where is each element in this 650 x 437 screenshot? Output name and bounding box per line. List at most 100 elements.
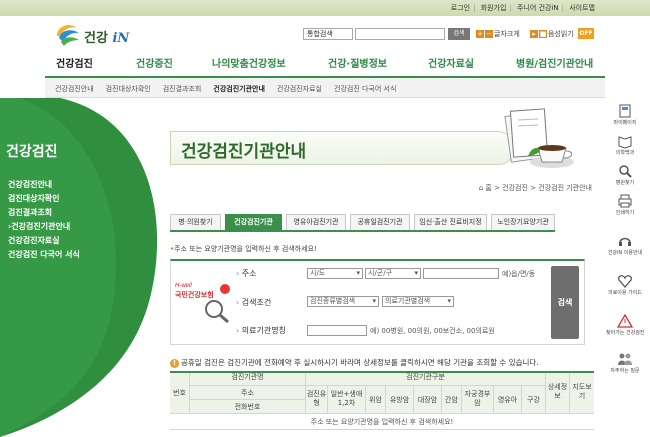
sidebar-item-multilingual[interactable]: 건강검진 다국어 서식 (8, 248, 80, 262)
quick-visiting-checkup[interactable]: 찾아가는 건강검진 (606, 311, 644, 347)
th-institution-group: 검진기관명 (190, 373, 306, 386)
nav-health-checkup[interactable]: 건강검진 (56, 55, 93, 70)
junior-link[interactable]: 주니어 건강iN (517, 4, 559, 12)
utility-links: 로그인 | 회원가입 | 주니어 건강iN | 사이트맵 (450, 4, 595, 12)
tab-checkup-institution[interactable]: 건강검진기관 (225, 214, 282, 230)
utility-bar: 로그인 | 회원가입 | 주니어 건강iN | 사이트맵 (0, 0, 650, 16)
th-type-stomach: 위암 (366, 386, 386, 414)
quick-print[interactable]: 인쇄하기 (606, 191, 644, 227)
nav-custom-health-info[interactable]: 나의맞춤건강정보 (212, 55, 286, 70)
subnav-institution-guide[interactable]: 건강검진기관안내 (213, 85, 265, 93)
quick-mypage-label: 마이페이지 (613, 120, 637, 126)
sub-nav: 건강검진안내 검진대상자확인 검진결과조회 건강검진기관안내 건강검진자료실 건강검진 다… (55, 84, 408, 94)
subnav-library[interactable]: 건강검진자료실 (277, 85, 322, 93)
th-map: 지도보기 (570, 373, 594, 414)
institution-type-select[interactable]: 의료기관별검색 (382, 296, 454, 307)
sidebar-item-checkup-guide[interactable]: 건강검진안내 (8, 178, 80, 192)
subnav-multilingual[interactable]: 건강검진 다국어 서식 (334, 85, 396, 93)
table-empty-message: 주소 또는 요양기관명을 입력하신 후 검색하세요! (170, 414, 594, 430)
search-icon (619, 165, 632, 178)
quick-visiting-label: 찾아가는 건강검진 (606, 330, 645, 336)
quick-medical-guide-label: 의료이용 가이드 (608, 290, 642, 296)
tea-book-illustration (504, 108, 574, 168)
sigungu-select[interactable]: 시/군/구 (365, 268, 421, 279)
th-type-liver: 간암 (442, 386, 462, 414)
quick-medical-guide[interactable]: 의료이용 가이드 (606, 271, 644, 307)
headset-icon (619, 237, 631, 246)
quick-usage-label: 건강iN 이용안내 (607, 250, 643, 256)
sidebar-item-library[interactable]: 건강검진자료실 (8, 234, 80, 248)
tab-infant-checkup[interactable]: 영유아검진기관 (286, 214, 346, 230)
page-title: 건강검진기관안내 (181, 142, 307, 162)
th-type-infant: 영유아 (494, 386, 522, 414)
institution-name-note: 예) 00병원, 00의원, 00보건소, 00의료원 (370, 327, 495, 335)
th-type-cervical: 자궁경부암 (462, 386, 494, 414)
institution-name-input[interactable] (307, 325, 367, 336)
th-type-oral: 구강 (522, 386, 546, 414)
subnav-result[interactable]: 검진결과조회 (163, 85, 202, 93)
th-type-colon: 대장암 (414, 386, 442, 414)
voice-read-control[interactable]: ▸ ■ 음성읽기 (530, 29, 574, 39)
quick-hospital-label: 병원찾기 (615, 180, 635, 186)
voice-off-button[interactable]: OFF (578, 28, 594, 39)
tab-hospital-search[interactable]: 병·의원찾기 (170, 214, 221, 230)
page-root: { "util_links": ["로그인", "회원가입", "주니어 건강i… (0, 0, 650, 437)
address-note: 예)읍/면/동 (502, 270, 536, 278)
alert-icon: ! (170, 359, 179, 368)
stop-icon: ■ (539, 30, 547, 38)
font-larger-label: 글자크게 (494, 30, 520, 38)
printer-icon (618, 194, 632, 208)
sido-select[interactable]: 시/도 (307, 268, 363, 279)
nav-health-disease-info[interactable]: 건강·질병정보 (328, 55, 387, 70)
tab-holiday-checkup[interactable]: 공휴일검진기관 (350, 214, 410, 230)
main-nav: 건강검진 건강증진 나의맞춤건강정보 건강·질병정보 건강자료실 병원/검진기관… (0, 55, 650, 75)
login-link[interactable]: 로그인 (451, 4, 470, 12)
search-scope-select[interactable]: 통합검색 (303, 28, 353, 40)
heart-icon (617, 275, 633, 288)
sidebar-item-result[interactable]: 검진결과조회 (8, 206, 80, 220)
nav-health-promotion[interactable]: 건강증진 (136, 55, 173, 70)
holiday-notice: ! 공휴일 검진은 검진기관에 전화예약 후 실시하시기 바라며 상세정보를 클릭… (170, 357, 539, 368)
address-label: 주소 (236, 268, 257, 279)
search-hint: 주소 또는 요양기관명을 입력하신 후 검색하세요! (170, 244, 317, 254)
nhis-logo-text: 국민건강보험 (175, 290, 214, 299)
people-icon (618, 353, 632, 365)
quick-faq[interactable]: 자주하는 질문 (606, 349, 644, 385)
nav-hospital-guide[interactable]: 병원/검진기관안내 (516, 55, 593, 70)
th-phone: 전화번호 (190, 400, 306, 414)
breadcrumb: ⌂ 홈 > 건강검진 > 건강검진 기관안내 (479, 183, 592, 193)
signup-link[interactable]: 회원가입 (481, 4, 507, 12)
th-detail: 상세정보 (546, 373, 570, 414)
brand-in: iN (112, 31, 130, 46)
quick-menu: 마이페이지 의학백과 병원찾기 인쇄하기 건강iN 이용안내 의료이용 가이드 … (606, 101, 644, 437)
voice-read-label: 음성읽기 (548, 30, 574, 38)
form-search-button[interactable]: 검색 (551, 266, 579, 339)
nav-health-library[interactable]: 건강자료실 (428, 55, 474, 70)
quick-dictionary-label: 의학백과 (615, 150, 635, 156)
checkup-type-select[interactable]: 검진종류별검색 (307, 296, 379, 307)
search-button[interactable]: 검색 (448, 28, 470, 40)
nav-divider (45, 76, 605, 78)
institution-tabs: 병·의원찾기 건강검진기관 영유아검진기관 공휴일검진기관 임신·출산 진료비지… (170, 214, 555, 232)
font-larger-control[interactable]: + − 글자크게 (476, 29, 520, 39)
quick-faq-label: 자주하는 질문 (610, 368, 640, 374)
minus-icon: − (485, 30, 493, 38)
sidebar-item-institution-guide[interactable]: 건강검진기관안내 (8, 220, 80, 234)
tab-pregnancy[interactable]: 임신·출산 진료비지정 (414, 214, 487, 230)
tab-elderly-care[interactable]: 노인장기요양기관 (491, 214, 555, 230)
dong-input[interactable] (423, 268, 499, 279)
brand-name: 건강 (84, 31, 108, 46)
sitemap-link[interactable]: 사이트맵 (569, 4, 595, 12)
nhis-sub-text: H-well (175, 283, 192, 289)
search-input[interactable] (355, 28, 445, 40)
logo-mark-icon (57, 25, 79, 46)
site-logo[interactable]: 건강 iN (55, 22, 135, 48)
th-address: 주소 (190, 386, 306, 400)
warning-icon (617, 313, 633, 328)
sidebar-item-target-check[interactable]: 검진대상자확인 (8, 192, 80, 206)
book-icon (618, 136, 632, 149)
quick-usage-guide[interactable]: 건강iN 이용안내 (606, 231, 644, 267)
logo-text: 건강 iN (84, 27, 129, 46)
subnav-target-check[interactable]: 검진대상자확인 (106, 85, 151, 93)
subnav-checkup-guide[interactable]: 건강검진안내 (55, 85, 94, 93)
